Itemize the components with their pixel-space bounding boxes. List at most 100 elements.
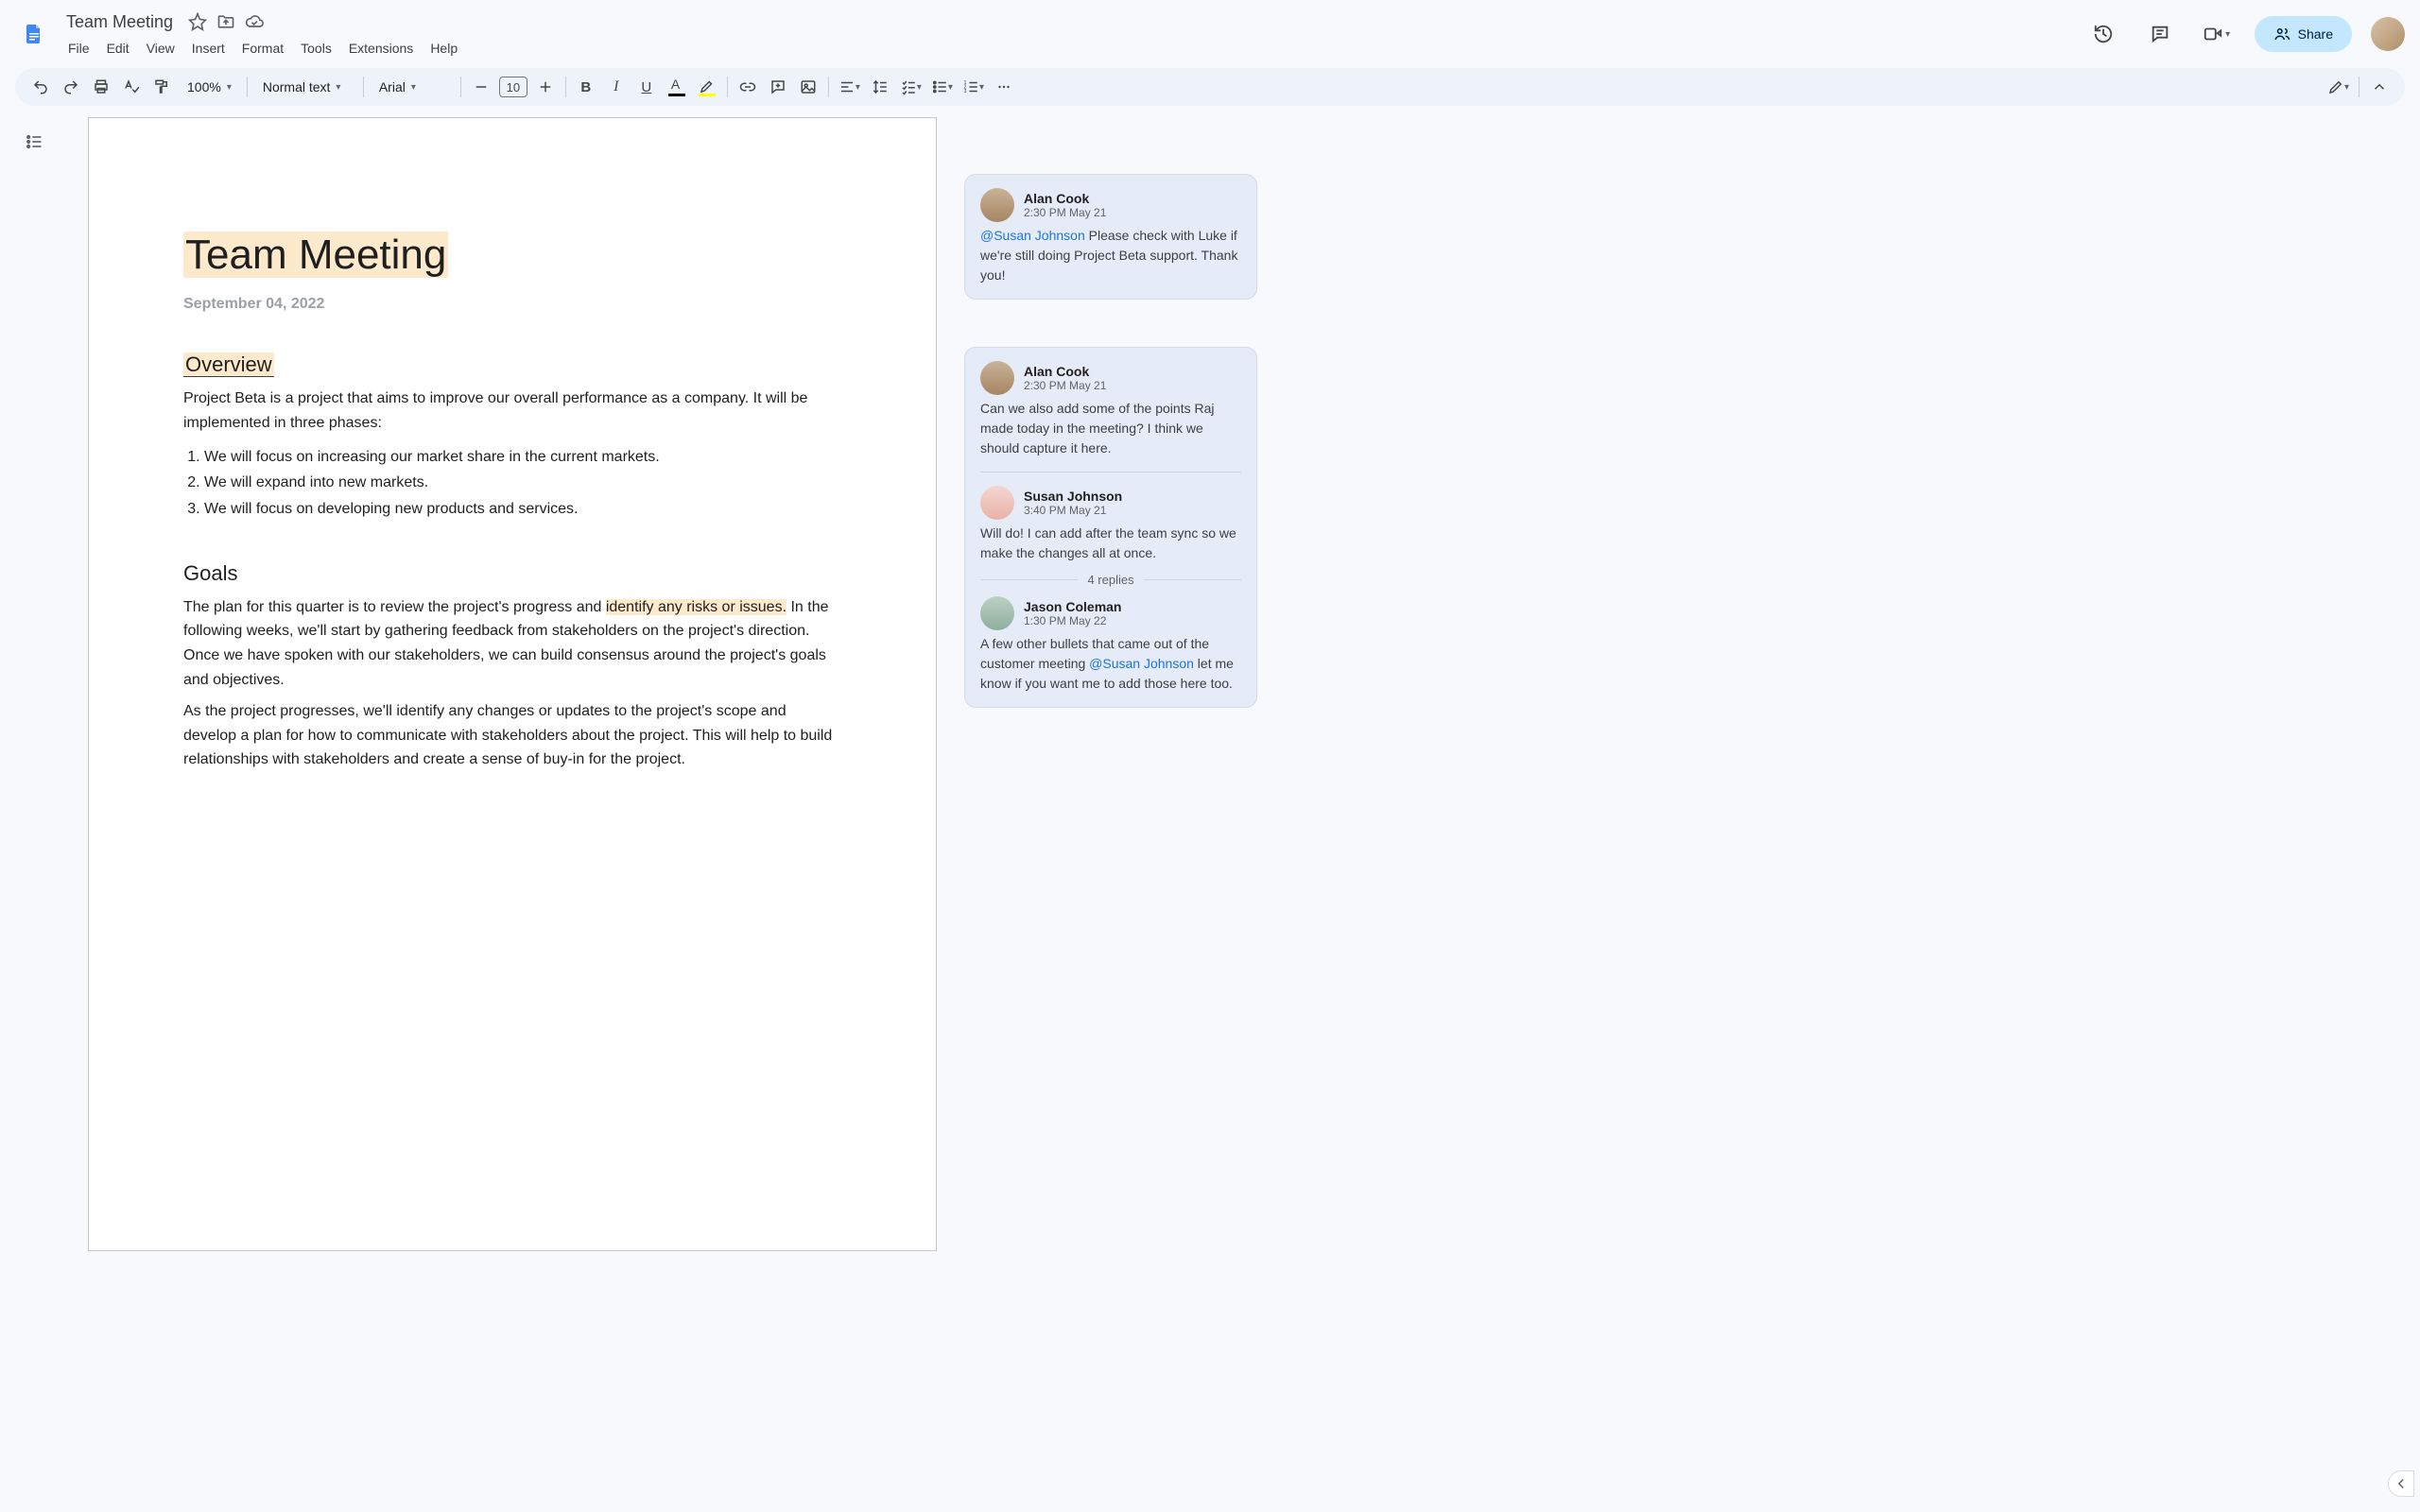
- comment-time: 1:30 PM May 22: [1024, 614, 1121, 627]
- chevron-down-icon: ▾: [2225, 29, 2230, 40]
- doc-date: September 04, 2022: [183, 296, 841, 313]
- mention[interactable]: @Susan Johnson: [1089, 656, 1194, 671]
- paint-format-button[interactable]: [147, 73, 176, 101]
- comment-body: @Susan Johnson Please check with Luke if…: [980, 226, 1241, 285]
- chevron-down-icon: ▾: [917, 82, 922, 93]
- document-page[interactable]: Team Meeting September 04, 2022 Overview…: [88, 117, 937, 1251]
- meet-button[interactable]: ▾: [2198, 15, 2236, 53]
- comment-time: 2:30 PM May 21: [1024, 206, 1106, 219]
- svg-text:3: 3: [963, 89, 966, 94]
- editing-mode-button[interactable]: ▾: [2324, 73, 2353, 101]
- underline-button[interactable]: U: [632, 73, 661, 101]
- comment-author: Alan Cook: [1024, 191, 1106, 206]
- comment-body: Will do! I can add after the team sync s…: [980, 524, 1241, 563]
- chevron-down-icon: ▾: [979, 82, 984, 93]
- menu-extensions[interactable]: Extensions: [341, 37, 421, 60]
- document-title[interactable]: Team Meeting: [60, 10, 179, 34]
- goals-paragraph-2: As the project progresses, we'll identif…: [183, 699, 841, 772]
- workspace: Team Meeting September 04, 2022 Overview…: [0, 113, 2420, 1512]
- side-panel-toggle[interactable]: [2388, 1470, 2414, 1497]
- collapse-toolbar-button[interactable]: [2365, 73, 2394, 101]
- menu-view[interactable]: View: [139, 37, 182, 60]
- comment-body: A few other bullets that came out of the…: [980, 634, 1241, 694]
- menu-tools[interactable]: Tools: [293, 37, 339, 60]
- font-value: Arial: [379, 79, 406, 94]
- style-value: Normal text: [263, 79, 331, 94]
- chevron-down-icon: ▾: [411, 82, 416, 93]
- menu-edit[interactable]: Edit: [99, 37, 137, 60]
- menubar: File Edit View Insert Format Tools Exten…: [60, 37, 465, 60]
- replies-count[interactable]: 4 replies: [1087, 573, 1133, 587]
- comment-author: Jason Coleman: [1024, 599, 1121, 614]
- numbered-list-button[interactable]: 123▾: [959, 73, 988, 101]
- share-label: Share: [2298, 26, 2333, 42]
- avatar: [980, 361, 1014, 395]
- more-button[interactable]: [990, 73, 1018, 101]
- checklist-button[interactable]: ▾: [896, 73, 925, 101]
- chevron-down-icon: ▾: [227, 82, 232, 93]
- star-icon[interactable]: [188, 12, 207, 31]
- print-button[interactable]: [87, 73, 115, 101]
- line-spacing-button[interactable]: [866, 73, 894, 101]
- docs-logo[interactable]: [15, 15, 53, 53]
- menu-insert[interactable]: Insert: [184, 37, 233, 60]
- people-icon: [2273, 26, 2290, 43]
- font-size-increase[interactable]: [531, 73, 560, 101]
- font-size-input[interactable]: 10: [499, 77, 527, 97]
- menu-file[interactable]: File: [60, 37, 97, 60]
- zoom-value: 100%: [187, 79, 221, 94]
- insert-comment-button[interactable]: [764, 73, 792, 101]
- menu-help[interactable]: Help: [423, 37, 465, 60]
- comment-card[interactable]: Alan Cook 2:30 PM May 21 @Susan Johnson …: [964, 174, 1257, 300]
- move-folder-icon[interactable]: [216, 12, 235, 31]
- highlight-color-button[interactable]: [693, 73, 721, 101]
- toolbar: 100% ▾ Normal text ▾ Arial ▾ 10 B I U A …: [15, 68, 2405, 106]
- menu-format[interactable]: Format: [234, 37, 291, 60]
- mention[interactable]: @Susan Johnson: [980, 228, 1085, 243]
- share-button[interactable]: Share: [2255, 16, 2352, 52]
- topbar: Team Meeting File Edit View Insert Forma…: [0, 0, 2420, 60]
- list-item: We will expand into new markets.: [204, 470, 841, 495]
- overview-heading: Overview: [183, 352, 841, 377]
- chevron-down-icon: ▾: [948, 82, 953, 93]
- comments-panel: Alan Cook 2:30 PM May 21 @Susan Johnson …: [964, 174, 1257, 708]
- redo-button[interactable]: [57, 73, 85, 101]
- goals-heading: Goals: [183, 561, 841, 586]
- text-color-button[interactable]: A: [663, 73, 691, 101]
- outline-toggle[interactable]: [15, 123, 53, 161]
- comments-icon[interactable]: [2141, 15, 2179, 53]
- comment-author: Alan Cook: [1024, 364, 1106, 379]
- history-icon[interactable]: [2084, 15, 2122, 53]
- bold-button[interactable]: B: [572, 73, 600, 101]
- goals-paragraph-1: The plan for this quarter is to review t…: [183, 595, 841, 692]
- title-area: Team Meeting File Edit View Insert Forma…: [60, 9, 465, 60]
- comment-author: Susan Johnson: [1024, 489, 1122, 504]
- phases-list: We will focus on increasing our market s…: [183, 444, 841, 522]
- avatar: [980, 188, 1014, 222]
- font-size-decrease[interactable]: [467, 73, 495, 101]
- insert-link-button[interactable]: [734, 73, 762, 101]
- comment-thread[interactable]: Alan Cook 2:30 PM May 21 Can we also add…: [964, 347, 1257, 708]
- chevron-down-icon: ▾: [2344, 82, 2349, 93]
- docs-icon: [23, 23, 45, 45]
- font-size-control: 10: [467, 73, 560, 101]
- italic-button[interactable]: I: [602, 73, 631, 101]
- avatar: [980, 596, 1014, 630]
- insert-image-button[interactable]: [794, 73, 822, 101]
- overview-paragraph: Project Beta is a project that aims to i…: [183, 387, 841, 435]
- highlighted-text: identify any risks or issues.: [606, 599, 786, 615]
- account-avatar[interactable]: [2371, 17, 2405, 51]
- list-item: We will focus on developing new products…: [204, 496, 841, 522]
- list-item: We will focus on increasing our market s…: [204, 444, 841, 470]
- cloud-saved-icon[interactable]: [245, 12, 264, 31]
- undo-button[interactable]: [26, 73, 55, 101]
- font-select[interactable]: Arial ▾: [370, 73, 455, 101]
- doc-title-heading: Team Meeting: [183, 232, 448, 278]
- spellcheck-button[interactable]: [117, 73, 146, 101]
- bulleted-list-button[interactable]: ▾: [927, 73, 957, 101]
- chevron-down-icon: ▾: [856, 82, 860, 93]
- paragraph-style-select[interactable]: Normal text ▾: [253, 73, 357, 101]
- comment-time: 3:40 PM May 21: [1024, 504, 1122, 517]
- align-button[interactable]: ▾: [835, 73, 864, 101]
- zoom-select[interactable]: 100% ▾: [178, 73, 241, 101]
